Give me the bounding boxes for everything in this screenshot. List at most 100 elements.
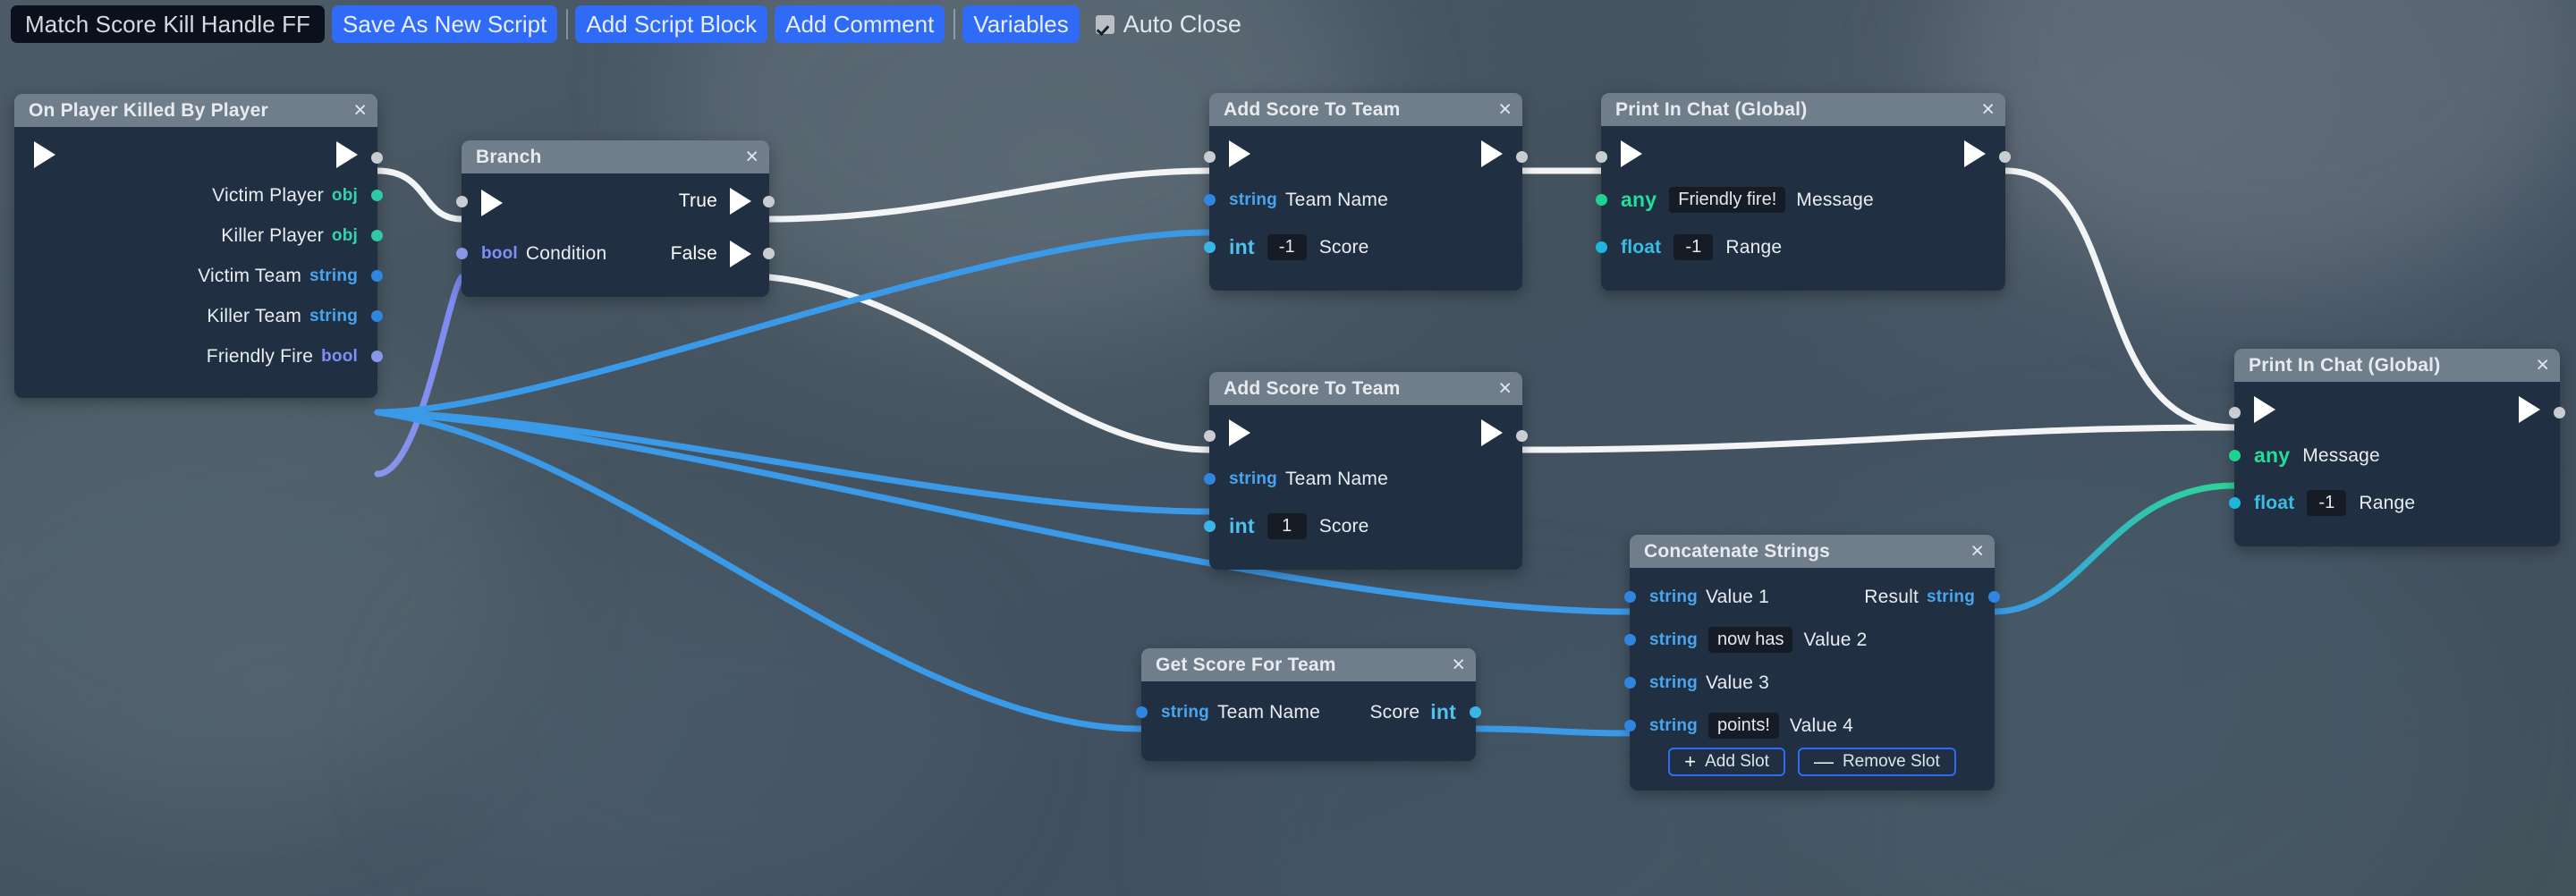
value-2-field[interactable]: now has: [1708, 627, 1793, 653]
add-script-block-button[interactable]: Add Script Block: [575, 5, 767, 43]
input-pin-message: any Friendly fire! Message: [1601, 183, 2005, 216]
exec-out-port[interactable]: [371, 152, 383, 164]
exec-in-triangle-icon[interactable]: [1621, 140, 1642, 167]
exec-out-triangle-icon[interactable]: [1964, 140, 1986, 167]
input-port-value-3[interactable]: [1624, 677, 1636, 689]
node-concatenate-strings[interactable]: Concatenate Strings × string Value 1 Res…: [1630, 535, 1995, 790]
exec-out-port[interactable]: [1999, 151, 2011, 163]
close-icon[interactable]: ×: [1974, 98, 1995, 121]
input-port-message[interactable]: [2229, 450, 2241, 461]
message-value-field[interactable]: Friendly fire!: [1669, 187, 1785, 213]
score-value-field[interactable]: 1: [1267, 513, 1307, 539]
auto-close-toggle[interactable]: Auto Close: [1096, 11, 1241, 38]
node-print-in-chat-global-top[interactable]: Print In Chat (Global) × any Friendly fi…: [1601, 93, 2005, 291]
exec-in-triangle-icon[interactable]: [1229, 419, 1250, 446]
node-header[interactable]: Print In Chat (Global) ×: [2234, 349, 2560, 382]
close-icon[interactable]: ×: [738, 146, 758, 168]
exec-out-port-true[interactable]: [763, 196, 775, 207]
node-add-score-to-team-bottom[interactable]: Add Score To Team × string Team Name int…: [1209, 372, 1522, 570]
save-as-new-script-button[interactable]: Save As New Script: [332, 5, 557, 43]
input-port-message[interactable]: [1596, 194, 1607, 206]
exec-in-triangle-icon[interactable]: [2254, 396, 2275, 423]
exec-in-port[interactable]: [1204, 151, 1216, 163]
exec-out-port[interactable]: [1516, 151, 1528, 163]
node-title: Add Score To Team: [1224, 378, 1491, 400]
script-editor-canvas[interactable]: Match Score Kill Handle FF Save As New S…: [0, 0, 2576, 896]
exec-out-triangle-true-icon[interactable]: [730, 188, 751, 215]
node-add-score-to-team-top[interactable]: Add Score To Team × string Team Name int…: [1209, 93, 1522, 291]
input-port-team-name[interactable]: [1204, 473, 1216, 485]
node-branch[interactable]: Branch × True bool Conditio: [462, 140, 769, 297]
node-header[interactable]: On Player Killed By Player ×: [14, 94, 377, 127]
input-port-range[interactable]: [1596, 241, 1607, 253]
input-port-score[interactable]: [1204, 241, 1216, 253]
close-icon[interactable]: ×: [346, 99, 367, 122]
output-port-result[interactable]: [1988, 591, 2000, 603]
exec-row: [1209, 405, 1522, 457]
script-name-field[interactable]: Match Score Kill Handle FF: [11, 5, 325, 43]
pin-type: string: [1161, 703, 1209, 723]
add-slot-button[interactable]: + Add Slot: [1668, 748, 1785, 776]
variables-button[interactable]: Variables: [962, 5, 1079, 43]
wire-data-getscore-to-concat-value3: [1476, 729, 1630, 733]
getscore-row: string Team Name Score int: [1141, 696, 1476, 729]
range-value-field[interactable]: -1: [2307, 490, 2346, 516]
exec-out-triangle-icon[interactable]: [336, 141, 358, 168]
input-port-score[interactable]: [1204, 520, 1216, 532]
output-port-killer-player[interactable]: [371, 230, 383, 241]
input-port-value-1[interactable]: [1624, 591, 1636, 603]
exec-in-triangle-icon[interactable]: [481, 190, 503, 216]
exec-out-triangle-icon[interactable]: [2519, 396, 2540, 423]
pin-type: string: [309, 307, 358, 326]
close-icon[interactable]: ×: [1445, 654, 1465, 676]
exec-out-port[interactable]: [1516, 430, 1528, 442]
output-port-killer-team[interactable]: [371, 310, 383, 322]
input-port-range[interactable]: [2229, 497, 2241, 509]
node-header[interactable]: Print In Chat (Global) ×: [1601, 93, 2005, 126]
exec-in-port[interactable]: [1596, 151, 1607, 163]
exec-out-triangle-false-icon[interactable]: [730, 241, 751, 267]
close-icon[interactable]: ×: [1491, 377, 1512, 400]
output-port-victim-team[interactable]: [371, 270, 383, 282]
score-value-field[interactable]: -1: [1267, 234, 1307, 260]
output-port-victim-player[interactable]: [371, 190, 383, 201]
value-4-field[interactable]: points!: [1708, 713, 1779, 739]
output-port-score[interactable]: [1470, 706, 1481, 718]
input-port-condition[interactable]: [456, 248, 468, 259]
exec-in-port[interactable]: [1204, 430, 1216, 442]
checkmark-icon[interactable]: [1096, 15, 1114, 34]
exec-in-triangle-icon[interactable]: [1229, 140, 1250, 167]
node-header[interactable]: Add Score To Team ×: [1209, 93, 1522, 126]
exec-in-triangle-icon[interactable]: [34, 141, 55, 168]
close-icon[interactable]: ×: [1963, 540, 1984, 562]
range-value-field[interactable]: -1: [1674, 234, 1713, 260]
node-on-player-killed-by-player[interactable]: On Player Killed By Player × Victim Play…: [14, 94, 377, 398]
node-print-in-chat-global-right[interactable]: Print In Chat (Global) × any Message flo…: [2234, 349, 2560, 546]
close-icon[interactable]: ×: [2529, 354, 2549, 376]
input-port-team-name[interactable]: [1204, 194, 1216, 206]
node-header[interactable]: Get Score For Team ×: [1141, 648, 1476, 681]
node-title: Add Score To Team: [1224, 99, 1491, 121]
exec-out-port[interactable]: [2554, 407, 2565, 418]
exec-out-triangle-icon[interactable]: [1481, 419, 1503, 446]
pin-label: Message: [1796, 190, 1874, 211]
exec-in-port[interactable]: [456, 196, 468, 207]
pin-type: obj: [332, 186, 358, 206]
output-port-friendly-fire[interactable]: [371, 351, 383, 362]
input-port-team-name[interactable]: [1136, 706, 1148, 718]
exec-out-port-false[interactable]: [763, 248, 775, 259]
exec-out-triangle-icon[interactable]: [1481, 140, 1503, 167]
node-get-score-for-team[interactable]: Get Score For Team × string Team Name Sc…: [1141, 648, 1476, 761]
close-icon[interactable]: ×: [1491, 98, 1512, 121]
node-header[interactable]: Add Score To Team ×: [1209, 372, 1522, 405]
exec-in-port[interactable]: [2229, 407, 2241, 418]
add-comment-button[interactable]: Add Comment: [775, 5, 945, 43]
node-header[interactable]: Concatenate Strings ×: [1630, 535, 1995, 568]
output-pin-victim-player: Victim Player obj: [14, 179, 377, 212]
remove-slot-button[interactable]: — Remove Slot: [1798, 748, 1956, 776]
node-header[interactable]: Branch ×: [462, 140, 769, 173]
input-port-value-2[interactable]: [1624, 634, 1636, 646]
input-port-value-4[interactable]: [1624, 720, 1636, 731]
node-body: any Message float -1 Range: [2234, 382, 2560, 546]
pin-type: obj: [332, 226, 358, 246]
